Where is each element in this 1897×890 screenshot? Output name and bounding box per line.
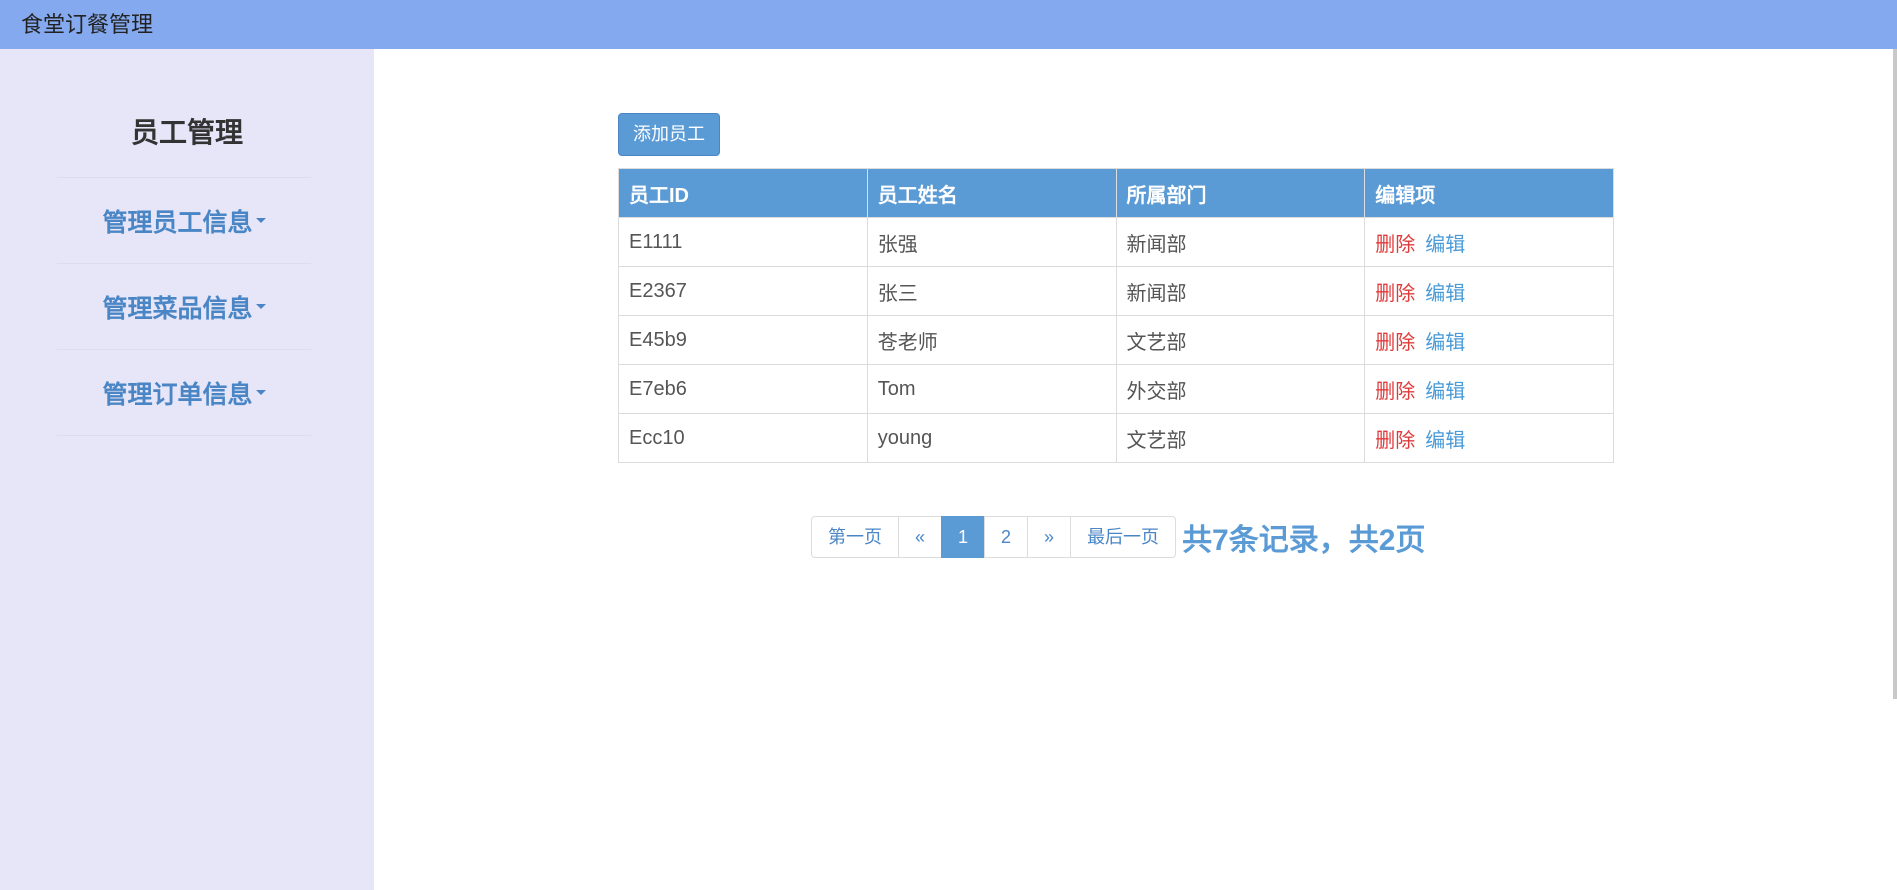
table-row: E2367 张三 新闻部 删除 编辑 — [618, 266, 1614, 316]
cell-actions: 删除 编辑 — [1364, 266, 1614, 316]
caret-down-icon — [255, 390, 266, 395]
edit-link[interactable]: 编辑 — [1425, 283, 1465, 305]
delete-link[interactable]: 删除 — [1375, 283, 1415, 305]
prev-page-button[interactable]: « — [898, 516, 943, 558]
cell-name: 张强 — [866, 217, 1117, 267]
table-row: E45b9 苍老师 文艺部 删除 编辑 — [618, 315, 1614, 365]
cell-dept: 文艺部 — [1115, 413, 1366, 463]
pagination: 第一页 « 1 2 » 最后一页 共7条记录，共2页 — [811, 515, 1425, 559]
column-header-name: 员工姓名 — [866, 168, 1117, 218]
cell-id: E7eb6 — [618, 364, 868, 414]
cell-dept: 外交部 — [1115, 364, 1366, 414]
caret-down-icon — [255, 218, 266, 223]
table-row: E1111 张强 新闻部 删除 编辑 — [618, 217, 1614, 267]
cell-id: Ecc10 — [618, 413, 868, 463]
column-header-id: 员工ID — [618, 168, 868, 218]
main-content: 添加员工 员工ID 员工姓名 所属部门 编辑项 E1111 张强 新闻部 删除编… — [374, 49, 1897, 890]
sidebar: 员工管理 管理员工信息 管理菜品信息 管理订单信息 — [0, 49, 374, 890]
column-header-actions: 编辑项 — [1364, 168, 1614, 218]
cell-id: E1111 — [618, 217, 868, 267]
delete-link[interactable]: 删除 — [1375, 430, 1415, 452]
edit-link[interactable]: 编辑 — [1425, 332, 1465, 354]
delete-link[interactable]: 删除 — [1375, 381, 1415, 403]
cell-name: Tom — [866, 364, 1117, 414]
cell-name: 张三 — [866, 266, 1117, 316]
sidebar-menu: 管理员工信息 管理菜品信息 管理订单信息 — [57, 177, 311, 436]
app-title-bar: 食堂订餐管理 — [0, 0, 1897, 49]
add-employee-button[interactable]: 添加员工 — [618, 113, 720, 156]
page-1-button[interactable]: 1 — [941, 516, 986, 558]
page-2-button[interactable]: 2 — [984, 516, 1029, 558]
edit-link[interactable]: 编辑 — [1425, 381, 1465, 403]
sidebar-item-label: 管理员工信息 — [102, 208, 253, 237]
cell-actions: 删除 编辑 — [1364, 413, 1614, 463]
sidebar-item-manage-dishes[interactable]: 管理菜品信息 — [57, 264, 311, 350]
pagination-summary: 共7条记录，共2页 — [1182, 524, 1426, 557]
last-page-button[interactable]: 最后一页 — [1070, 516, 1177, 558]
edit-link[interactable]: 编辑 — [1425, 430, 1465, 452]
cell-name: 苍老师 — [866, 315, 1117, 365]
sidebar-title: 员工管理 — [130, 117, 243, 148]
table-row: Ecc10 young 文艺部 删除 编辑 — [618, 413, 1614, 463]
cell-name: young — [866, 413, 1117, 463]
cell-actions: 删除 编辑 — [1364, 364, 1614, 414]
cell-actions: 删除 编辑 — [1364, 217, 1614, 267]
scrollbar[interactable] — [1893, 49, 1897, 699]
cell-id: E2367 — [618, 266, 868, 316]
cell-dept: 文艺部 — [1115, 315, 1366, 365]
delete-link[interactable]: 删除 — [1375, 332, 1415, 354]
sidebar-item-label: 管理菜品信息 — [102, 294, 253, 323]
cell-dept: 新闻部 — [1115, 266, 1366, 316]
cell-id: E45b9 — [618, 315, 868, 365]
first-page-button[interactable]: 第一页 — [811, 516, 899, 558]
sidebar-item-manage-employees[interactable]: 管理员工信息 — [57, 178, 311, 264]
next-page-button[interactable]: » — [1027, 516, 1072, 558]
table-row: E7eb6 Tom 外交部 删除 编辑 — [618, 364, 1614, 414]
delete-link[interactable]: 删除 — [1375, 234, 1415, 256]
caret-down-icon — [255, 304, 266, 309]
sidebar-item-manage-orders[interactable]: 管理订单信息 — [57, 350, 311, 436]
column-header-dept: 所属部门 — [1115, 168, 1366, 218]
sidebar-item-label: 管理订单信息 — [102, 380, 253, 409]
table-header-row: 员工ID 员工姓名 所属部门 编辑项 — [618, 168, 1614, 218]
edit-link[interactable]: 编辑 — [1425, 234, 1465, 256]
cell-actions: 删除 编辑 — [1364, 315, 1614, 365]
employee-table: 员工ID 员工姓名 所属部门 编辑项 E1111 张强 新闻部 删除 编辑 E23… — [618, 168, 1614, 463]
app-title: 食堂订餐管理 — [21, 12, 154, 37]
cell-dept: 新闻部 — [1115, 217, 1366, 267]
